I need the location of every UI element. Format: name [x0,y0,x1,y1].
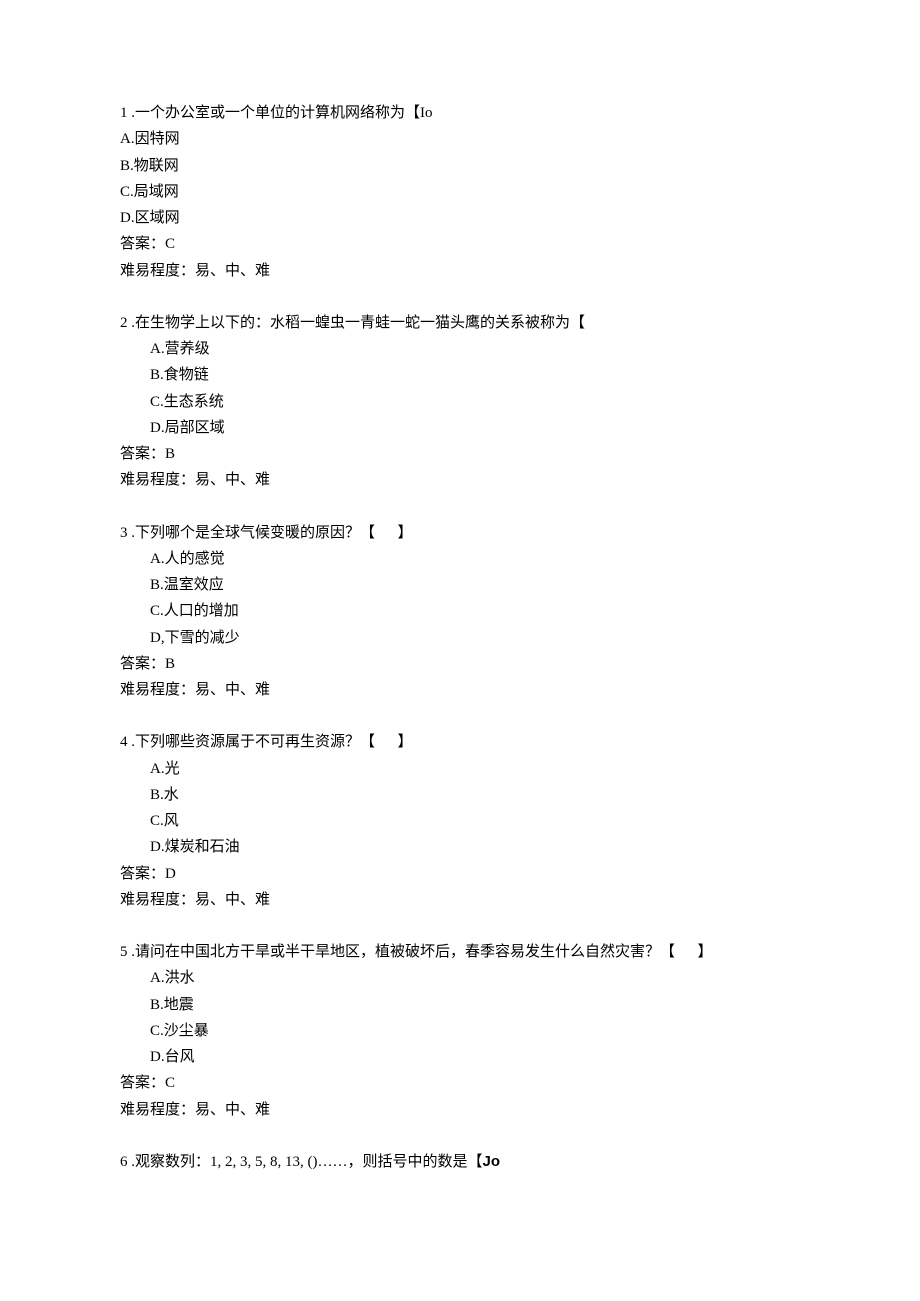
question-text: .下列哪个是全球气候变暖的原因？【 】 [128,525,413,541]
question-number: 4 [120,734,128,750]
question-option: A.光 [120,756,800,782]
question-stem: 1 .一个办公室或一个单位的计算机网络称为【Io [120,100,800,126]
question-option: D.局部区域 [120,415,800,441]
question-option: C.局域网 [120,179,800,205]
answer-line: 答案：C [120,231,800,257]
question-option: D,下雪的减少 [120,625,800,651]
question-option: D.台风 [120,1044,800,1070]
answer-line: 答案：C [120,1070,800,1096]
question-text: .下列哪些资源属于不可再生资源？【 】 [128,734,413,750]
question-option: C.生态系统 [120,389,800,415]
question-option: B.温室效应 [120,572,800,598]
answer-line: 答案：B [120,441,800,467]
question-1: 1 .一个办公室或一个单位的计算机网络称为【Io A.因特网 B.物联网 C.局… [120,100,800,284]
question-option: B.水 [120,782,800,808]
question-number: 5 [120,944,128,960]
question-option: D.煤炭和石油 [120,834,800,860]
question-2: 2 .在生物学上以下的：水稻一蝗虫一青蛙一蛇一猫头鹰的关系被称为【 A.营养级 … [120,310,800,494]
difficulty-line: 难易程度：易、中、难 [120,1097,800,1123]
question-text: .请问在中国北方干旱或半干旱地区，植被破坏后，春季容易发生什么自然灾害？【 】 [128,944,713,960]
question-text: .在生物学上以下的：水稻一蝗虫一青蛙一蛇一猫头鹰的关系被称为【 [128,315,586,331]
question-option: A.洪水 [120,965,800,991]
difficulty-line: 难易程度：易、中、难 [120,887,800,913]
question-6: 6 .观察数列：1, 2, 3, 5, 8, 13, ()……，则括号中的数是【… [120,1149,800,1175]
question-stem: 5 .请问在中国北方干旱或半干旱地区，植被破坏后，春季容易发生什么自然灾害？【 … [120,939,800,965]
question-stem: 3 .下列哪个是全球气候变暖的原因？【 】 [120,520,800,546]
question-text-before: .观察数列：1, 2, 3, 5, 8, 13, ()……，则括号中的数是【 [128,1154,483,1170]
question-stem: 4 .下列哪些资源属于不可再生资源？【 】 [120,729,800,755]
question-option: A.因特网 [120,126,800,152]
question-option: B.食物链 [120,362,800,388]
question-option: C.沙尘暴 [120,1018,800,1044]
question-stem: 6 .观察数列：1, 2, 3, 5, 8, 13, ()……，则括号中的数是【… [120,1149,800,1175]
question-4: 4 .下列哪些资源属于不可再生资源？【 】 A.光 B.水 C.风 D.煤炭和石… [120,729,800,913]
difficulty-line: 难易程度：易、中、难 [120,258,800,284]
question-option: C.风 [120,808,800,834]
question-number: 2 [120,315,128,331]
question-stem: 2 .在生物学上以下的：水稻一蝗虫一青蛙一蛇一猫头鹰的关系被称为【 [120,310,800,336]
question-option: A.人的感觉 [120,546,800,572]
question-option: C.人口的增加 [120,598,800,624]
question-text: .一个办公室或一个单位的计算机网络称为【Io [128,105,433,121]
question-option: A.营养级 [120,336,800,362]
question-number: 1 [120,105,128,121]
answer-line: 答案：D [120,861,800,887]
question-option: D.区域网 [120,205,800,231]
answer-line: 答案：B [120,651,800,677]
difficulty-line: 难易程度：易、中、难 [120,467,800,493]
question-5: 5 .请问在中国北方干旱或半干旱地区，植被破坏后，春季容易发生什么自然灾害？【 … [120,939,800,1123]
question-bold-fragment: Jo [483,1153,501,1170]
question-number: 6 [120,1154,128,1170]
question-option: B.地震 [120,992,800,1018]
question-number: 3 [120,525,128,541]
question-3: 3 .下列哪个是全球气候变暖的原因？【 】 A.人的感觉 B.温室效应 C.人口… [120,520,800,704]
question-option: B.物联网 [120,153,800,179]
page-container: 1 .一个办公室或一个单位的计算机网络称为【Io A.因特网 B.物联网 C.局… [0,0,920,1301]
difficulty-line: 难易程度：易、中、难 [120,677,800,703]
